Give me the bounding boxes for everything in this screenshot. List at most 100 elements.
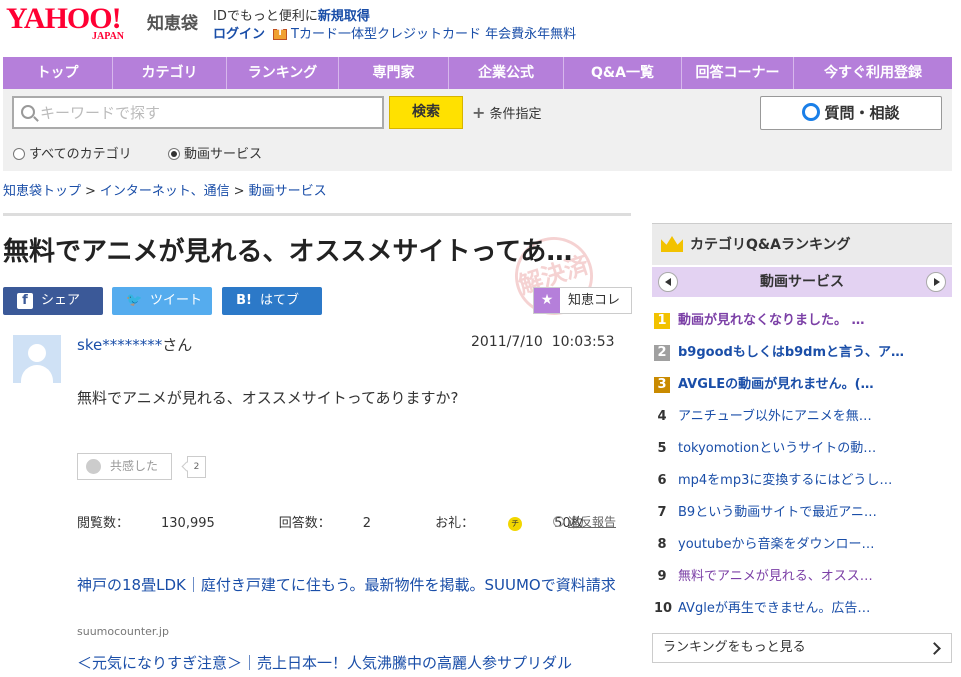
- question-user: ske********さん: [77, 334, 192, 355]
- ranking-sidebar: カテゴリQ&Aランキング 動画サービス 1 動画が見れなくなりました。 … 2 b9g…: [652, 223, 952, 665]
- nav-official[interactable]: 企業公式: [449, 57, 564, 89]
- ranking-item[interactable]: 4 アニチューブ以外にアニメを無…: [652, 401, 952, 433]
- views-label: 閲覧数：: [77, 516, 130, 531]
- service-name[interactable]: 知恵袋: [147, 9, 198, 34]
- global-nav: トップ カテゴリ ランキング 専門家 企業公式 Q&A一覧 回答コーナー 今すぐ…: [3, 57, 952, 89]
- ranking-number: 8: [657, 537, 667, 552]
- search-icon: [21, 105, 35, 119]
- answers-label: 回答数：: [278, 516, 331, 531]
- login-link[interactable]: ログイン: [213, 27, 265, 42]
- ranking-question-link[interactable]: AVgleが再生できません。広告…: [678, 593, 950, 625]
- ranking-title: カテゴリQ&Aランキング: [690, 237, 851, 253]
- logo-sub: JAPAN: [92, 31, 125, 42]
- ranking-number: 1: [654, 313, 670, 329]
- ad-link[interactable]: 神戸の18畳LDK｜庭付き戸建てに住もう。最新物件を掲載。SUUMOで資料請求: [77, 573, 627, 597]
- breadcrumb-item[interactable]: 知恵袋トップ: [3, 184, 81, 199]
- facebook-share-button[interactable]: f シェア: [3, 287, 103, 315]
- content-divider: [3, 213, 631, 216]
- radio-selected-icon: [168, 147, 180, 160]
- ranking-number: 6: [657, 473, 667, 488]
- ranking-question-link[interactable]: b9goodもしくはb9dmと言う、ア…: [678, 337, 950, 369]
- answers-value: 2: [362, 516, 372, 531]
- scope-current-radio[interactable]: 動画サービス: [168, 143, 262, 162]
- nav-answer-corner[interactable]: 回答コーナー: [682, 57, 794, 89]
- login-row: ログイン Tカード一体型クレジットカード 年会費永年無料: [213, 23, 576, 42]
- ask-question-label: 質問・相談: [824, 104, 900, 122]
- breadcrumb-item[interactable]: 動画サービス: [249, 184, 327, 199]
- ranking-question-link[interactable]: 動画が見れなくなりました。 …: [678, 305, 950, 337]
- id-promo: IDでもっと便利に新規取得: [213, 5, 370, 24]
- ranking-category-label: 動画サービス: [760, 274, 844, 290]
- radio-icon: [13, 147, 25, 160]
- ranking-item[interactable]: 7 B9という動画サイトで最近アニ…: [652, 497, 952, 529]
- ranking-number: 3: [654, 377, 670, 393]
- reward-label: お礼：: [435, 516, 475, 531]
- avatar-head: [28, 344, 46, 362]
- search-button[interactable]: 検索: [389, 96, 463, 129]
- chiekore-button[interactable]: ★ 知恵コレ: [533, 287, 632, 314]
- ranking-header: カテゴリQ&Aランキング: [652, 223, 952, 265]
- card-promo-link[interactable]: Tカード一体型クレジットカード 年会費永年無料: [291, 27, 576, 42]
- condition-label: 条件指定: [489, 107, 542, 122]
- scope-current-label: 動画サービス: [184, 147, 263, 162]
- views-stat: 閲覧数： 130,995: [77, 516, 247, 531]
- page-title: 無料でアニメが見れる、オススメサイトってあ…: [3, 237, 573, 267]
- ranking-question-link[interactable]: B9という動画サイトで最近アニ…: [678, 497, 950, 529]
- scope-all-radio[interactable]: すべてのカテゴリ: [13, 143, 132, 162]
- ranking-item[interactable]: 8 youtubeから音楽をダウンロー…: [652, 529, 952, 561]
- ranking-item[interactable]: 6 mp4をmp3に変換するにはどうし…: [652, 465, 952, 497]
- ranking-item[interactable]: 2 b9goodもしくはb9dmと言う、ア…: [652, 337, 952, 369]
- hatena-share-label: はてブ: [260, 293, 300, 308]
- nav-experts[interactable]: 専門家: [339, 57, 449, 89]
- yahoo-japan-logo[interactable]: YAHOO! JAPAN: [6, 4, 148, 44]
- breadcrumb-item[interactable]: インターネット、通信: [100, 184, 230, 199]
- question-body: 無料でアニメが見れる、オススメサイトってありますか?: [77, 389, 459, 407]
- star-icon: ★: [534, 288, 560, 313]
- id-promo-text: IDでもっと便利に: [213, 9, 318, 24]
- nav-top[interactable]: トップ: [3, 57, 113, 89]
- answers-stat: 回答数： 2: [279, 516, 403, 531]
- ranking-question-link[interactable]: tokyomotionというサイトの動…: [678, 433, 950, 465]
- ranking-number: 4: [657, 409, 667, 424]
- ranking-item[interactable]: 3 AVGLEの動画が見れません。(…: [652, 369, 952, 401]
- ranking-question-link[interactable]: 無料でアニメが見れる、オスス…: [678, 561, 950, 593]
- search-input[interactable]: [40, 102, 380, 124]
- ranking-question-link[interactable]: youtubeから音楽をダウンロー…: [678, 529, 950, 561]
- views-value: 130,995: [161, 516, 215, 531]
- logo-text: YAHOO!: [6, 2, 122, 35]
- ranking-category: 動画サービス: [652, 267, 952, 297]
- ranking-question-link[interactable]: mp4をmp3に変換するにはどうし…: [678, 465, 950, 497]
- avatar-body: [21, 365, 53, 383]
- more-ranking-link[interactable]: ランキングをもっと見る: [652, 633, 952, 663]
- ask-question-button[interactable]: 質問・相談: [760, 96, 942, 130]
- ranking-item[interactable]: 9 無料でアニメが見れる、オスス…: [652, 561, 952, 593]
- ranking-item[interactable]: 1 動画が見れなくなりました。 …: [652, 305, 952, 337]
- user-name-link[interactable]: ske********: [77, 336, 162, 354]
- chie-coin-icon: チ: [508, 516, 523, 531]
- ranking-item[interactable]: 10 AVgleが再生できません。広告…: [652, 593, 952, 625]
- twitter-share-button[interactable]: 🐦 ツイート: [112, 287, 212, 315]
- prev-category-button[interactable]: [658, 272, 678, 292]
- ranking-item[interactable]: 5 tokyomotionというサイトの動…: [652, 433, 952, 465]
- nav-register[interactable]: 今すぐ利用登録: [794, 57, 952, 89]
- empathy-label: 共感した: [110, 459, 159, 473]
- register-link[interactable]: 新規取得: [318, 9, 370, 24]
- search-box[interactable]: [12, 96, 384, 129]
- empathy-count: 2: [187, 456, 206, 478]
- empathy-button[interactable]: 共感した: [77, 453, 172, 480]
- ranking-question-link[interactable]: アニチューブ以外にアニメを無…: [678, 401, 950, 433]
- nav-ranking[interactable]: ランキング: [227, 57, 339, 89]
- condition-link[interactable]: + 条件指定: [472, 103, 542, 122]
- post-time: 10:03:53: [551, 334, 615, 350]
- ranking-number: 5: [657, 441, 667, 456]
- facebook-share-label: シェア: [41, 293, 81, 308]
- ranking-number: 9: [657, 569, 667, 584]
- ranking-number: 2: [654, 345, 670, 361]
- hatena-share-button[interactable]: B! はてブ: [222, 287, 322, 315]
- report-link[interactable]: 違反報告: [553, 513, 616, 530]
- ranking-question-link[interactable]: AVGLEの動画が見れません。(…: [678, 369, 950, 401]
- nav-qa-list[interactable]: Q&A一覧: [564, 57, 682, 89]
- next-category-button[interactable]: [926, 272, 946, 292]
- nav-category[interactable]: カテゴリ: [113, 57, 227, 89]
- ad-link[interactable]: ＜元気になりすぎ注意＞｜売上日本一！人気沸騰中の高麗人参サプリダル: [77, 651, 627, 675]
